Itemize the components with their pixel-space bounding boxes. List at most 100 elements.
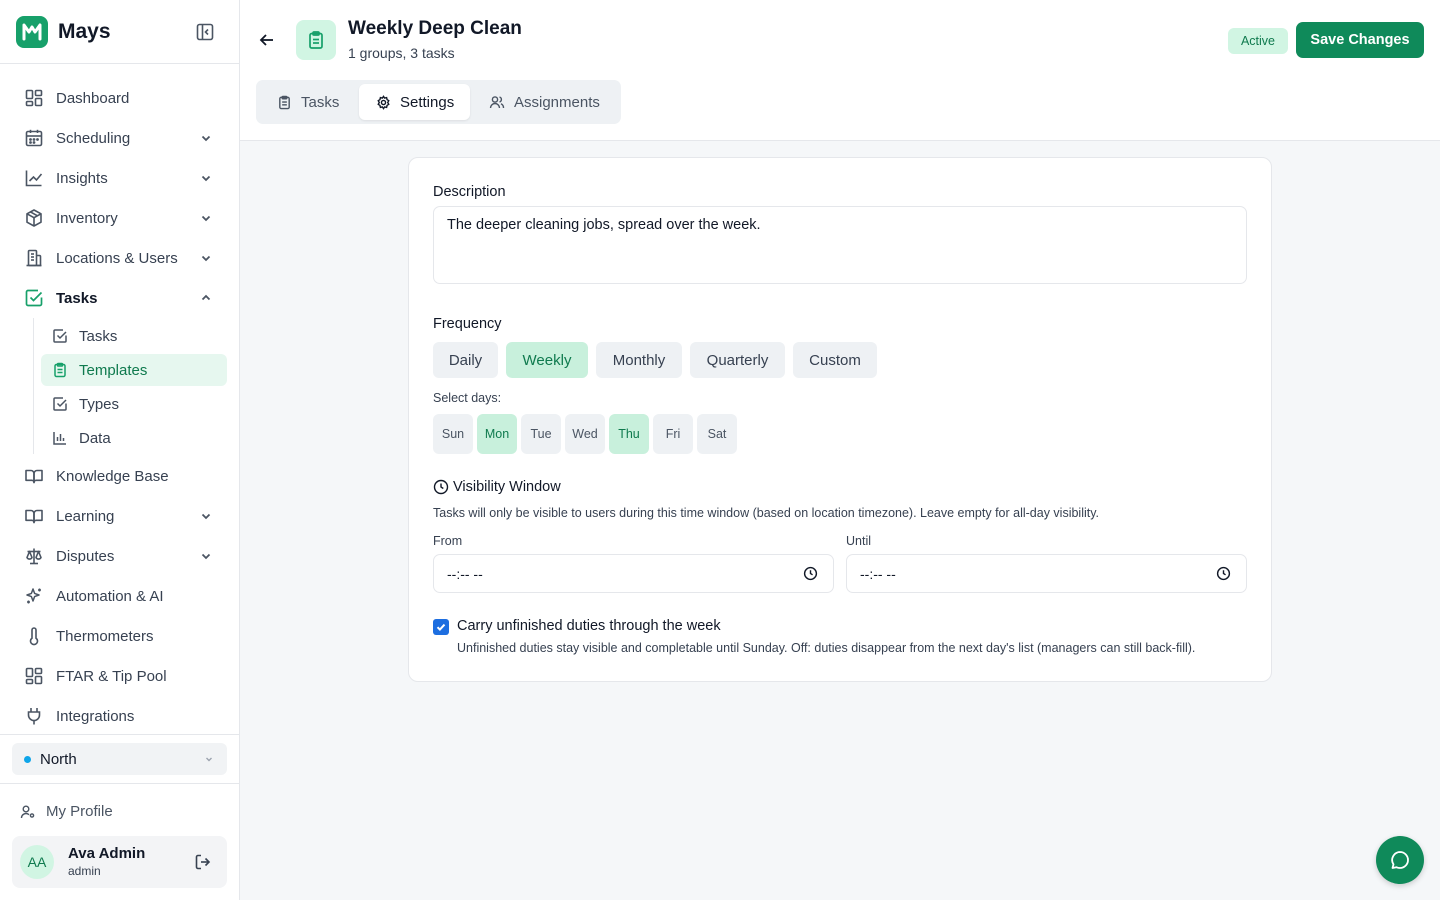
mays-logo-icon bbox=[16, 16, 48, 48]
dashboard-icon bbox=[24, 666, 44, 686]
user-card: AA Ava Admin admin bbox=[12, 836, 227, 888]
scale-icon bbox=[24, 546, 44, 566]
sidebar-item-dashboard[interactable]: Dashboard bbox=[12, 80, 227, 116]
day-mon-button[interactable]: Mon bbox=[477, 414, 517, 454]
user-cog-icon bbox=[20, 804, 36, 820]
sidebar-item-automation-ai[interactable]: Automation & AI bbox=[12, 578, 227, 614]
settings-card: Description The deeper cleaning jobs, sp… bbox=[408, 157, 1272, 682]
clipboard-icon bbox=[277, 95, 292, 110]
page-subtitle: 1 groups, 3 tasks bbox=[348, 45, 455, 61]
divider bbox=[0, 734, 239, 735]
description-textarea[interactable]: The deeper cleaning jobs, spread over th… bbox=[433, 206, 1247, 284]
user-name: Ava Admin bbox=[68, 845, 146, 862]
users-icon bbox=[489, 94, 505, 110]
frequency-label: Frequency bbox=[433, 316, 502, 332]
brand-name: Mays bbox=[58, 20, 111, 43]
sidebar-subitem-data[interactable]: Data bbox=[41, 422, 227, 454]
day-thu-button[interactable]: Thu bbox=[609, 414, 649, 454]
from-time-value: --:-- -- bbox=[447, 565, 483, 582]
sidebar-item-thermometers[interactable]: Thermometers bbox=[12, 618, 227, 654]
page-title: Weekly Deep Clean bbox=[348, 18, 522, 39]
calendar-icon bbox=[24, 128, 44, 148]
day-sat-button[interactable]: Sat bbox=[697, 414, 737, 454]
sidebar-subitem-templates[interactable]: Templates bbox=[41, 354, 227, 386]
clock-icon[interactable] bbox=[803, 566, 818, 581]
frequency-custom-button[interactable]: Custom bbox=[793, 342, 877, 378]
sidebar-item-ftar-tip-pool[interactable]: FTAR & Tip Pool bbox=[12, 658, 227, 694]
check-square-icon bbox=[24, 288, 44, 308]
logout-icon[interactable] bbox=[193, 852, 213, 872]
frequency-weekly-button[interactable]: Weekly bbox=[506, 342, 588, 378]
sidebar: Mays Dashboard Scheduling Insights Inven… bbox=[0, 0, 240, 900]
carry-over-label: Carry unfinished duties through the week bbox=[457, 618, 721, 634]
sidebar-item-label: Locations & Users bbox=[56, 249, 178, 267]
clipboard-icon bbox=[296, 20, 336, 60]
description-label: Description bbox=[433, 184, 506, 200]
chat-bubble-icon bbox=[1389, 849, 1411, 871]
check-square-icon bbox=[52, 396, 68, 412]
tab-label: Settings bbox=[400, 93, 455, 111]
divider bbox=[0, 783, 239, 784]
my-profile-label: My Profile bbox=[46, 803, 113, 820]
brand[interactable]: Mays bbox=[16, 16, 111, 48]
tab-settings[interactable]: Settings bbox=[359, 84, 470, 120]
plug-icon bbox=[24, 706, 44, 726]
avatar: AA bbox=[20, 845, 54, 879]
day-fri-button[interactable]: Fri bbox=[653, 414, 693, 454]
tab-assignments[interactable]: Assignments bbox=[472, 84, 617, 120]
sparkles-icon bbox=[24, 586, 44, 606]
clock-icon[interactable] bbox=[1216, 566, 1231, 581]
sidebar-item-label: Automation & AI bbox=[56, 587, 164, 605]
chevron-down-icon bbox=[197, 209, 215, 227]
sidebar-toggle-icon[interactable] bbox=[194, 21, 216, 43]
sidebar-item-label: Tasks bbox=[56, 289, 98, 307]
tab-bar: Tasks Settings Assignments bbox=[256, 80, 621, 124]
sidebar-subitem-label: Data bbox=[79, 429, 111, 447]
sidebar-item-scheduling[interactable]: Scheduling bbox=[12, 120, 227, 156]
sidebar-item-locations-users[interactable]: Locations & Users bbox=[12, 240, 227, 276]
until-time-value: --:-- -- bbox=[860, 565, 896, 582]
chevron-down-icon bbox=[197, 129, 215, 147]
frequency-quarterly-button[interactable]: Quarterly bbox=[690, 342, 785, 378]
book-icon bbox=[24, 506, 44, 526]
sidebar-item-label: Thermometers bbox=[56, 627, 154, 645]
chevron-down-icon bbox=[197, 507, 215, 525]
location-select[interactable]: North bbox=[12, 743, 227, 775]
sidebar-item-insights[interactable]: Insights bbox=[12, 160, 227, 196]
frequency-monthly-button[interactable]: Monthly bbox=[596, 342, 682, 378]
tab-label: Tasks bbox=[301, 93, 340, 111]
sidebar-item-knowledge-base[interactable]: Knowledge Base bbox=[12, 458, 227, 494]
sidebar-item-inventory[interactable]: Inventory bbox=[12, 200, 227, 236]
select-days-label: Select days: bbox=[433, 391, 502, 405]
chevron-down-icon bbox=[203, 753, 215, 765]
check-square-icon bbox=[52, 328, 68, 344]
chat-button[interactable] bbox=[1376, 836, 1424, 884]
day-wed-button[interactable]: Wed bbox=[565, 414, 605, 454]
sidebar-item-label: Knowledge Base bbox=[56, 467, 169, 485]
sidebar-item-learning[interactable]: Learning bbox=[12, 498, 227, 534]
save-changes-button[interactable]: Save Changes bbox=[1296, 22, 1424, 58]
from-time-input[interactable]: --:-- -- bbox=[433, 554, 834, 593]
tab-tasks[interactable]: Tasks bbox=[260, 84, 357, 120]
day-sun-button[interactable]: Sun bbox=[433, 414, 473, 454]
clock-icon bbox=[433, 479, 449, 495]
sidebar-item-label: FTAR & Tip Pool bbox=[56, 667, 167, 685]
carry-over-checkbox[interactable] bbox=[433, 619, 449, 635]
sidebar-item-label: Dashboard bbox=[56, 89, 130, 107]
sidebar-item-label: Integrations bbox=[56, 707, 135, 725]
day-tue-button[interactable]: Tue bbox=[521, 414, 561, 454]
sidebar-item-label: Disputes bbox=[56, 547, 115, 565]
sidebar-item-tasks[interactable]: Tasks bbox=[12, 280, 227, 316]
divider bbox=[0, 63, 239, 64]
sidebar-item-integrations[interactable]: Integrations bbox=[12, 698, 227, 734]
sidebar-subitem-tasks[interactable]: Tasks bbox=[41, 320, 227, 352]
my-profile-link[interactable]: My Profile bbox=[20, 803, 113, 820]
chevron-down-icon bbox=[197, 547, 215, 565]
sidebar-subitem-label: Tasks bbox=[79, 327, 118, 345]
until-time-input[interactable]: --:-- -- bbox=[846, 554, 1247, 593]
sidebar-subitem-types[interactable]: Types bbox=[41, 388, 227, 420]
back-arrow-icon[interactable] bbox=[256, 29, 278, 51]
frequency-daily-button[interactable]: Daily bbox=[433, 342, 498, 378]
thermometer-icon bbox=[24, 626, 44, 646]
sidebar-item-disputes[interactable]: Disputes bbox=[12, 538, 227, 574]
